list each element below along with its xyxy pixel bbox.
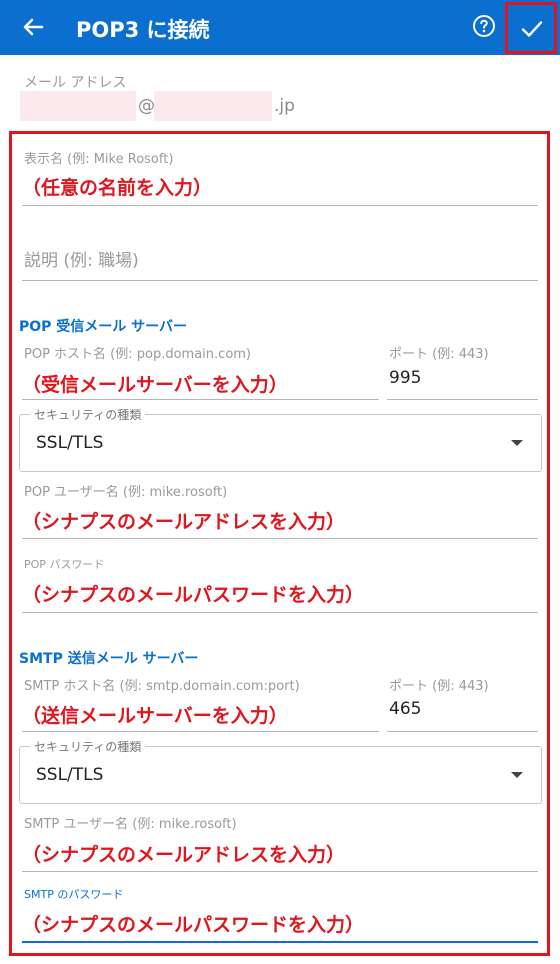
save-button[interactable] (505, 2, 557, 54)
pop-username-label: POP ユーザー名 (例: mike.rosoft) (24, 485, 228, 500)
smtp-port-label: ポート (例: 443) (389, 679, 489, 694)
dropdown-arrow-icon (511, 772, 523, 778)
pop-security-select[interactable]: セキュリティの種類 SSL/TLS (19, 406, 542, 472)
app-bar: POP3 に接続 (0, 0, 560, 55)
description-underline (22, 280, 538, 281)
smtp-security-value: SSL/TLS (36, 765, 104, 785)
smtp-username-label: SMTP ユーザー名 (例: mike.rosoft) (24, 817, 237, 832)
email-at-sign: @ (138, 96, 155, 116)
email-domain-redacted (154, 91, 272, 121)
smtp-password-field[interactable] (22, 941, 538, 943)
pop-port-label: ポート (例: 443) (389, 347, 489, 362)
pop-port-field[interactable]: 995 (389, 368, 421, 388)
display-name-label: 表示名 (例: Mike Rosoft) (24, 152, 174, 167)
smtp-username-annotation[interactable]: （シナプスのメールアドレスを入力） (22, 840, 345, 867)
display-name-annotation[interactable]: （任意の名前を入力） (22, 173, 212, 200)
email-user-redacted (20, 91, 136, 121)
smtp-port-underline (387, 731, 538, 732)
pop-username-field[interactable] (22, 538, 538, 539)
pop-security-value: SSL/TLS (36, 433, 104, 453)
smtp-host-annotation[interactable]: （送信メールサーバーを入力） (22, 701, 288, 728)
display-name-field[interactable] (22, 205, 538, 206)
smtp-security-select[interactable]: セキュリティの種類 SSL/TLS (19, 738, 542, 804)
smtp-username-field[interactable] (22, 871, 538, 872)
pop-security-label: セキュリティの種類 (30, 406, 146, 423)
help-icon[interactable] (472, 14, 496, 38)
smtp-host-label: SMTP ホスト名 (例: smtp.domain.com:port) (24, 679, 300, 694)
smtp-password-label: SMTP のパスワード (24, 888, 124, 901)
pop-password-field[interactable] (22, 612, 538, 613)
email-address-label: メール アドレス (24, 75, 127, 91)
smtp-port-field[interactable]: 465 (389, 699, 421, 719)
pop-port-underline (387, 399, 538, 400)
pop-password-label: POP パスワード (24, 558, 105, 571)
pop-host-label: POP ホスト名 (例: pop.domain.com) (24, 347, 252, 362)
smtp-host-field[interactable] (22, 731, 379, 732)
page-title: POP3 に接続 (76, 18, 210, 42)
smtp-security-label: セキュリティの種類 (30, 738, 146, 755)
smtp-password-annotation[interactable]: （シナプスのメールパスワードを入力） (22, 910, 364, 937)
pop-section-title: POP 受信メール サーバー (19, 319, 188, 335)
back-arrow-icon[interactable] (18, 12, 48, 42)
description-field[interactable]: 説明 (例: 職場) (24, 246, 139, 271)
pop-password-annotation[interactable]: （シナプスのメールパスワードを入力） (22, 580, 364, 607)
check-icon (521, 21, 543, 37)
pop-username-annotation[interactable]: （シナプスのメールアドレスを入力） (22, 507, 345, 534)
smtp-section-title: SMTP 送信メール サーバー (19, 651, 199, 667)
email-domain-suffix: .jp (274, 96, 295, 116)
pop-host-annotation[interactable]: （受信メールサーバーを入力） (22, 370, 288, 397)
pop-host-field[interactable] (22, 399, 379, 400)
dropdown-arrow-icon (511, 440, 523, 446)
